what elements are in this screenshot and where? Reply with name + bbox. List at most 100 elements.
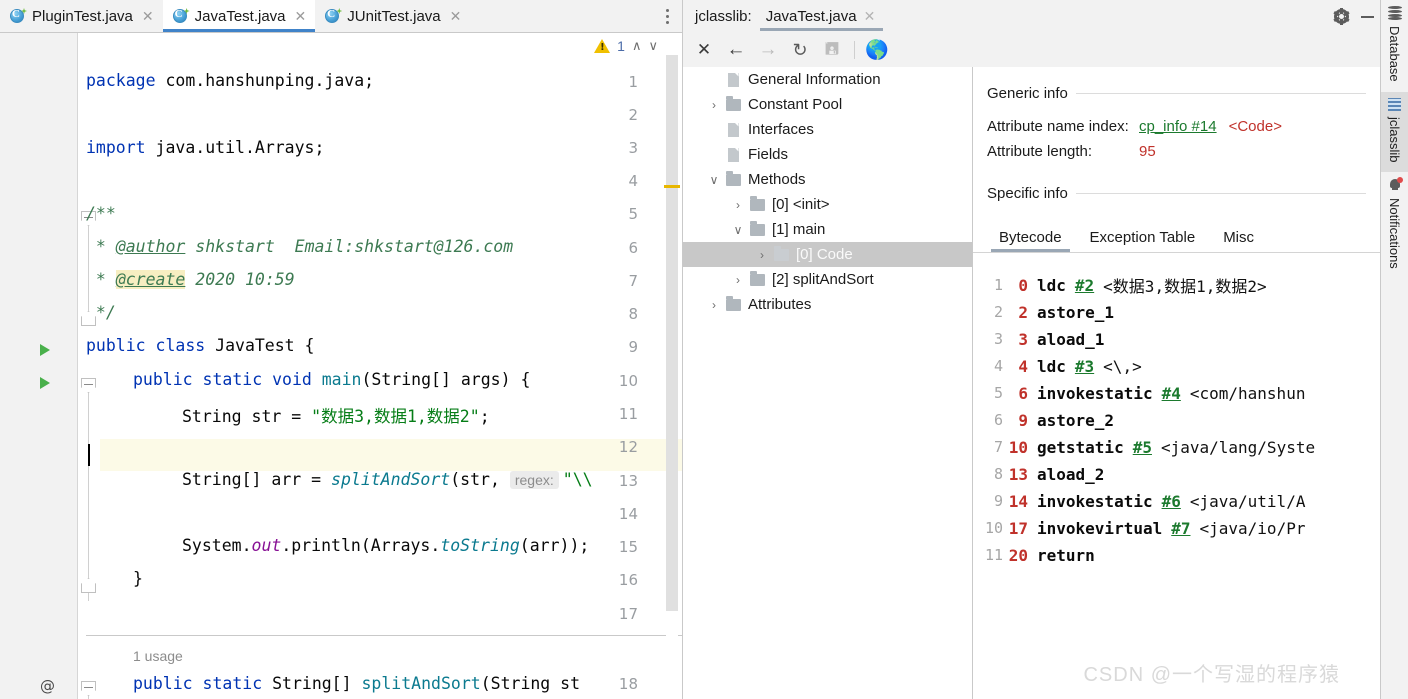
tool-button-notifications[interactable]: Notifications: [1381, 172, 1408, 279]
minimize-icon[interactable]: [1354, 0, 1380, 33]
code-text[interactable]: package com.hanshunping.java; import jav…: [86, 33, 682, 699]
tree-item-methods[interactable]: ∨ Methods: [683, 167, 972, 192]
close-icon[interactable]: ✕: [689, 37, 719, 63]
run-class-icon[interactable]: [40, 344, 50, 356]
tree-twisty-expanded[interactable]: ∨: [705, 173, 723, 187]
annotation-gutter-icon[interactable]: @: [40, 677, 55, 695]
tool-button-jclasslib[interactable]: jclasslib: [1380, 91, 1408, 173]
bytecode-row[interactable]: 3 3 aload_1: [973, 326, 1104, 352]
tree-twisty-expanded[interactable]: ∨: [729, 223, 747, 237]
bytecode-line-number: 3: [993, 330, 1003, 348]
constant-pool-ref[interactable]: #7: [1171, 519, 1190, 538]
bytecode-offset: 20: [1008, 545, 1028, 565]
tab-misc[interactable]: Misc: [1209, 229, 1268, 252]
bytecode-row[interactable]: 9 14 invokestatic #6 <java/util/A: [973, 488, 1305, 514]
constant-pool-ref[interactable]: #5: [1133, 438, 1152, 457]
tree-item-code-attribute[interactable]: › [0] Code: [683, 242, 972, 267]
tool-button-database[interactable]: Database: [1381, 0, 1408, 92]
tree-twisty-collapsed[interactable]: ›: [705, 298, 723, 312]
jclasslib-icon: [1388, 97, 1401, 111]
constant-pool-ref[interactable]: #2: [1075, 276, 1094, 295]
method-name-main: main: [321, 370, 362, 389]
bytecode-row[interactable]: 6 9 astore_2: [973, 407, 1114, 433]
folder-icon: [723, 295, 743, 311]
jclasslib-tab-javatest[interactable]: JavaTest.java ✕: [752, 0, 884, 33]
bytecode-row[interactable]: 2 2 astore_1: [973, 299, 1114, 325]
bytecode-row[interactable]: 8 13 aload_2: [973, 461, 1104, 487]
class-structure-tree[interactable]: General Information › Constant Pool Inte…: [683, 67, 973, 699]
section-divider: [1075, 193, 1366, 194]
chevron-up-icon[interactable]: ∧: [632, 38, 642, 54]
warning-marker[interactable]: [664, 185, 680, 188]
tree-item-method-main[interactable]: ∨ [1] main: [683, 217, 972, 242]
code-text-fragment: }: [133, 569, 143, 588]
usage-count-label[interactable]: 1 usage: [133, 648, 183, 664]
inspection-widget[interactable]: 1 ∧ ∨: [594, 38, 658, 54]
code-keyword: package: [86, 71, 156, 90]
constant-pool-ref[interactable]: #4: [1162, 384, 1181, 403]
code-comment: /**: [86, 204, 116, 223]
reload-icon[interactable]: ↻: [785, 37, 815, 63]
constant-pool-ref[interactable]: #3: [1075, 357, 1094, 376]
bytecode-argument: <\,>: [1103, 356, 1142, 376]
editor-tab-javatest[interactable]: C JavaTest.java ✕: [162, 0, 316, 32]
close-icon[interactable]: ✕: [447, 9, 462, 23]
code-keyword: public class: [86, 336, 216, 355]
bytecode-argument: <数据3,数据1,数据2>: [1103, 277, 1267, 296]
page-icon: [723, 147, 743, 162]
bytecode-line-number: 4: [993, 357, 1003, 375]
gear-icon[interactable]: [1328, 0, 1354, 33]
string-literal: "数据3,数据1,数据2": [311, 407, 480, 426]
cp-info-link[interactable]: cp_info #14: [1139, 118, 1217, 135]
editor-tab-label: JUnitTest.java: [347, 7, 441, 25]
inspection-count: 1: [617, 38, 625, 54]
attribute-length-row: Attribute length: 95: [973, 143, 1380, 160]
tree-twisty-collapsed[interactable]: ›: [705, 98, 723, 112]
tree-twisty-collapsed[interactable]: ›: [753, 248, 771, 262]
close-icon[interactable]: ✕: [292, 9, 307, 23]
attribute-name-value: <Code>: [1228, 118, 1282, 135]
editor-tab-junittest[interactable]: C JUnitTest.java ✕: [315, 0, 471, 32]
editor-tab-plugintest[interactable]: C PluginTest.java ✕: [0, 0, 163, 32]
tree-item-attributes[interactable]: › Attributes: [683, 292, 972, 317]
run-method-icon[interactable]: [40, 377, 50, 389]
tree-item-method-init[interactable]: › [0] <init>: [683, 192, 972, 217]
field-label: Attribute length:: [987, 143, 1093, 160]
constant-pool-ref[interactable]: #6: [1162, 492, 1181, 511]
bytecode-row[interactable]: 10 17 invokevirtual #7 <java/io/Pr: [973, 515, 1306, 541]
bytecode-row[interactable]: 4 4 ldc #3 <\,>: [973, 353, 1142, 379]
folder-icon: [771, 245, 791, 261]
tree-item-constant-pool[interactable]: › Constant Pool: [683, 92, 972, 117]
bytecode-row[interactable]: 11 20 return: [973, 542, 1095, 568]
warning-triangle-icon: [594, 39, 611, 53]
tab-bytecode[interactable]: Bytecode: [985, 229, 1076, 252]
bytecode-listing[interactable]: 1 0 ldc #2 <数据3,数据1,数据2> 2 2 astore_1 3 3 aload_…: [973, 272, 1380, 565]
tree-twisty-collapsed[interactable]: ›: [729, 198, 747, 212]
tree-item-general-information[interactable]: General Information: [683, 67, 972, 92]
chevron-down-icon[interactable]: ∨: [648, 38, 658, 54]
editor-scrollbar-thumb[interactable]: [666, 55, 678, 611]
toolbar-divider: [854, 41, 855, 59]
editor-gutter[interactable]: [0, 33, 78, 699]
tool-window-title: jclasslib:: [695, 8, 752, 25]
bytecode-row[interactable]: 1 0 ldc #2 <数据3,数据1,数据2>: [973, 272, 1267, 298]
tree-item-fields[interactable]: Fields: [683, 142, 972, 167]
jclasslib-toolbar: ✕ ← → ↻ 🖪 🌎: [683, 33, 1380, 67]
tab-exception-table[interactable]: Exception Table: [1076, 229, 1210, 252]
close-icon[interactable]: ✕: [139, 9, 154, 23]
tree-item-interfaces[interactable]: Interfaces: [683, 117, 972, 142]
code-comment: */: [86, 303, 116, 322]
browse-web-icon[interactable]: 🌎: [862, 37, 892, 63]
javadoc-tag-author: @author: [115, 237, 186, 256]
bytecode-row[interactable]: 5 6 invokestatic #4 <com/hanshun: [973, 380, 1305, 406]
code-editor[interactable]: 1 2 3 4 5 6 7 8 9 10 11 12 13 14 15 16 1…: [0, 33, 682, 699]
bytecode-line-number: 2: [993, 303, 1003, 321]
bytecode-line-number: 5: [993, 384, 1003, 402]
tree-twisty-collapsed[interactable]: ›: [729, 273, 747, 287]
close-icon[interactable]: ✕: [864, 8, 876, 25]
back-arrow-icon[interactable]: ←: [721, 37, 751, 63]
parameter-hint-regex[interactable]: regex:: [509, 470, 559, 489]
more-options-icon[interactable]: [652, 0, 682, 32]
tree-item-method-splitandsort[interactable]: › [2] splitAndSort: [683, 267, 972, 292]
bytecode-row[interactable]: 7 10 getstatic #5 <java/lang/Syste: [973, 434, 1315, 460]
